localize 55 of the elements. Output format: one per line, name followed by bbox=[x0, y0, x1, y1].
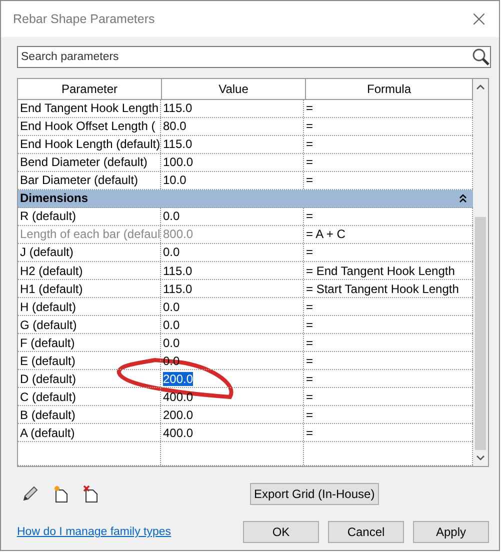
table-cell: End Hook Length (default) bbox=[18, 136, 161, 153]
table-cell: Bend Diameter (default) bbox=[18, 154, 161, 171]
table-cell[interactable]: 200.0 bbox=[163, 408, 194, 422]
window-title: Rebar Shape Parameters bbox=[13, 12, 155, 26]
table-cell[interactable]: 100.0 bbox=[163, 155, 194, 170]
table-cell[interactable]: 0.0 bbox=[163, 336, 180, 350]
table-cell[interactable]: 0.0 bbox=[163, 209, 180, 224]
column-header[interactable]: Value bbox=[162, 79, 306, 99]
new-document-icon[interactable] bbox=[53, 485, 69, 503]
table-cell[interactable]: 10.0 bbox=[163, 173, 186, 188]
group-title: Dimensions bbox=[20, 191, 88, 206]
table-cell: D (default) bbox=[18, 370, 161, 388]
delete-document-icon[interactable] bbox=[83, 485, 99, 503]
table-cell: Bar Diameter (default) bbox=[18, 172, 161, 189]
table-cell: G (default) bbox=[18, 316, 161, 334]
search-icon bbox=[472, 48, 490, 66]
table-cell[interactable]: 80.0 bbox=[163, 119, 186, 134]
column-header[interactable]: Parameter bbox=[18, 79, 162, 99]
dialog-button[interactable]: OK bbox=[243, 521, 319, 543]
table-cell[interactable]: 400.0 bbox=[163, 426, 194, 440]
table-cell: J (default) bbox=[18, 244, 161, 261]
dialog-button[interactable]: Cancel bbox=[328, 521, 404, 543]
scrollbar[interactable] bbox=[473, 79, 488, 466]
table-cell: H1 (default) bbox=[18, 280, 161, 298]
close-button[interactable]: × bbox=[459, 1, 499, 37]
table-cell: End Tangent Hook Length bbox=[18, 100, 161, 117]
table-cell: End Hook Offset Length ( bbox=[18, 118, 161, 135]
table-cell[interactable]: 115.0 bbox=[163, 282, 192, 296]
help-link[interactable]: How do I manage family types bbox=[17, 526, 172, 538]
scroll-down-icon[interactable] bbox=[476, 455, 485, 461]
table-cell[interactable]: 400.0 bbox=[163, 390, 194, 404]
table-cell[interactable]: 0.0 bbox=[163, 300, 180, 314]
pencil-icon[interactable] bbox=[21, 485, 39, 503]
table-cell: C (default) bbox=[18, 388, 161, 406]
scrollbar-thumb[interactable] bbox=[475, 217, 486, 450]
table-cell[interactable]: 0.0 bbox=[163, 318, 180, 332]
table-cell[interactable]: 115.0 bbox=[163, 101, 192, 116]
table-cell: R (default) bbox=[18, 208, 161, 225]
export-grid-button[interactable]: Export Grid (In-House) bbox=[250, 483, 379, 505]
collapse-icon[interactable] bbox=[459, 194, 467, 203]
dialog-button[interactable]: Apply bbox=[413, 521, 489, 543]
table-cell: H2 (default) bbox=[18, 262, 161, 280]
table-cell: A (default) bbox=[18, 424, 161, 442]
search-field[interactable]: Search parameters bbox=[17, 46, 491, 68]
table-cell[interactable]: 115.0 bbox=[163, 264, 192, 278]
table-cell[interactable]: 115.0 bbox=[163, 137, 192, 152]
table-cell: H (default) bbox=[18, 298, 161, 316]
table-cell[interactable]: 200.0 bbox=[163, 372, 194, 386]
table-cell: Length of each bar (defaul bbox=[18, 226, 161, 243]
table-cell: E (default) bbox=[18, 352, 161, 370]
group-header[interactable]: Dimensions bbox=[18, 190, 473, 208]
scroll-up-icon[interactable] bbox=[476, 84, 485, 90]
table-cell[interactable]: 0.0 bbox=[163, 245, 180, 260]
table-cell: B (default) bbox=[18, 406, 161, 424]
table-cell: F (default) bbox=[18, 334, 161, 352]
